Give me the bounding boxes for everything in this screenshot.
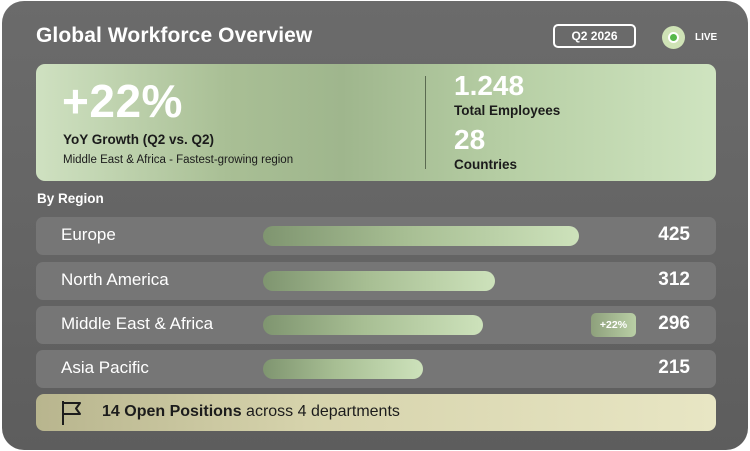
- region-row-europe[interactable]: Europe 425: [36, 217, 716, 255]
- live-indicator: LIVE: [662, 25, 717, 49]
- region-row-asia-pacific[interactable]: Asia Pacific 215: [36, 350, 716, 388]
- open-positions-count: 14 Open Positions: [102, 403, 242, 420]
- region-bar: [263, 226, 583, 246]
- region-value: 296: [658, 313, 690, 334]
- growth-label: YoY Growth (Q2 vs. Q2): [63, 132, 215, 147]
- region-name: Europe: [61, 225, 116, 244]
- total-employees-value: 1.248: [454, 70, 525, 101]
- page-title: Global Workforce Overview: [36, 24, 313, 47]
- region-bar-fill: [263, 271, 495, 291]
- region-row-middle-east-africa[interactable]: Middle East & Africa +22% 296: [36, 306, 716, 344]
- hero-divider: [425, 76, 426, 169]
- region-bar: [263, 359, 583, 379]
- region-row-north-america[interactable]: North America 312: [36, 262, 716, 300]
- region-bar-fill: [263, 226, 579, 246]
- period-badge[interactable]: Q2 2026: [553, 24, 636, 48]
- region-bar: [263, 315, 583, 335]
- region-bar-fill: [263, 359, 423, 379]
- region-name: Middle East & Africa: [61, 314, 214, 333]
- workforce-overview-card: Global Workforce Overview Q2 2026 LIVE +…: [2, 1, 748, 450]
- region-name: Asia Pacific: [61, 358, 149, 377]
- growth-subtitle: Middle East & Africa - Fastest-growing r…: [63, 154, 294, 166]
- flag-icon: [62, 401, 81, 425]
- region-value: 312: [658, 269, 690, 290]
- open-positions-banner[interactable]: 14 Open Positions across 4 departments: [36, 394, 716, 431]
- countries-value: 28: [454, 124, 486, 155]
- live-dot-icon: [662, 25, 685, 49]
- growth-value: +22%: [62, 75, 183, 127]
- section-label-by-region: By Region: [37, 191, 104, 206]
- region-value: 425: [658, 224, 690, 245]
- open-positions-text: 14 Open Positions across 4 departments: [102, 403, 400, 421]
- region-bar-fill: [263, 315, 483, 335]
- region-value: 215: [658, 357, 690, 378]
- live-label: LIVE: [695, 31, 718, 43]
- growth-badge: +22%: [591, 313, 636, 337]
- region-name: North America: [61, 270, 169, 289]
- open-positions-detail: across 4 departments: [241, 403, 400, 420]
- region-bar: [263, 271, 583, 291]
- hero-summary-panel: +22% YoY Growth (Q2 vs. Q2) Middle East …: [36, 64, 716, 181]
- total-employees-label: Total Employees: [454, 103, 561, 118]
- countries-label: Countries: [454, 157, 518, 172]
